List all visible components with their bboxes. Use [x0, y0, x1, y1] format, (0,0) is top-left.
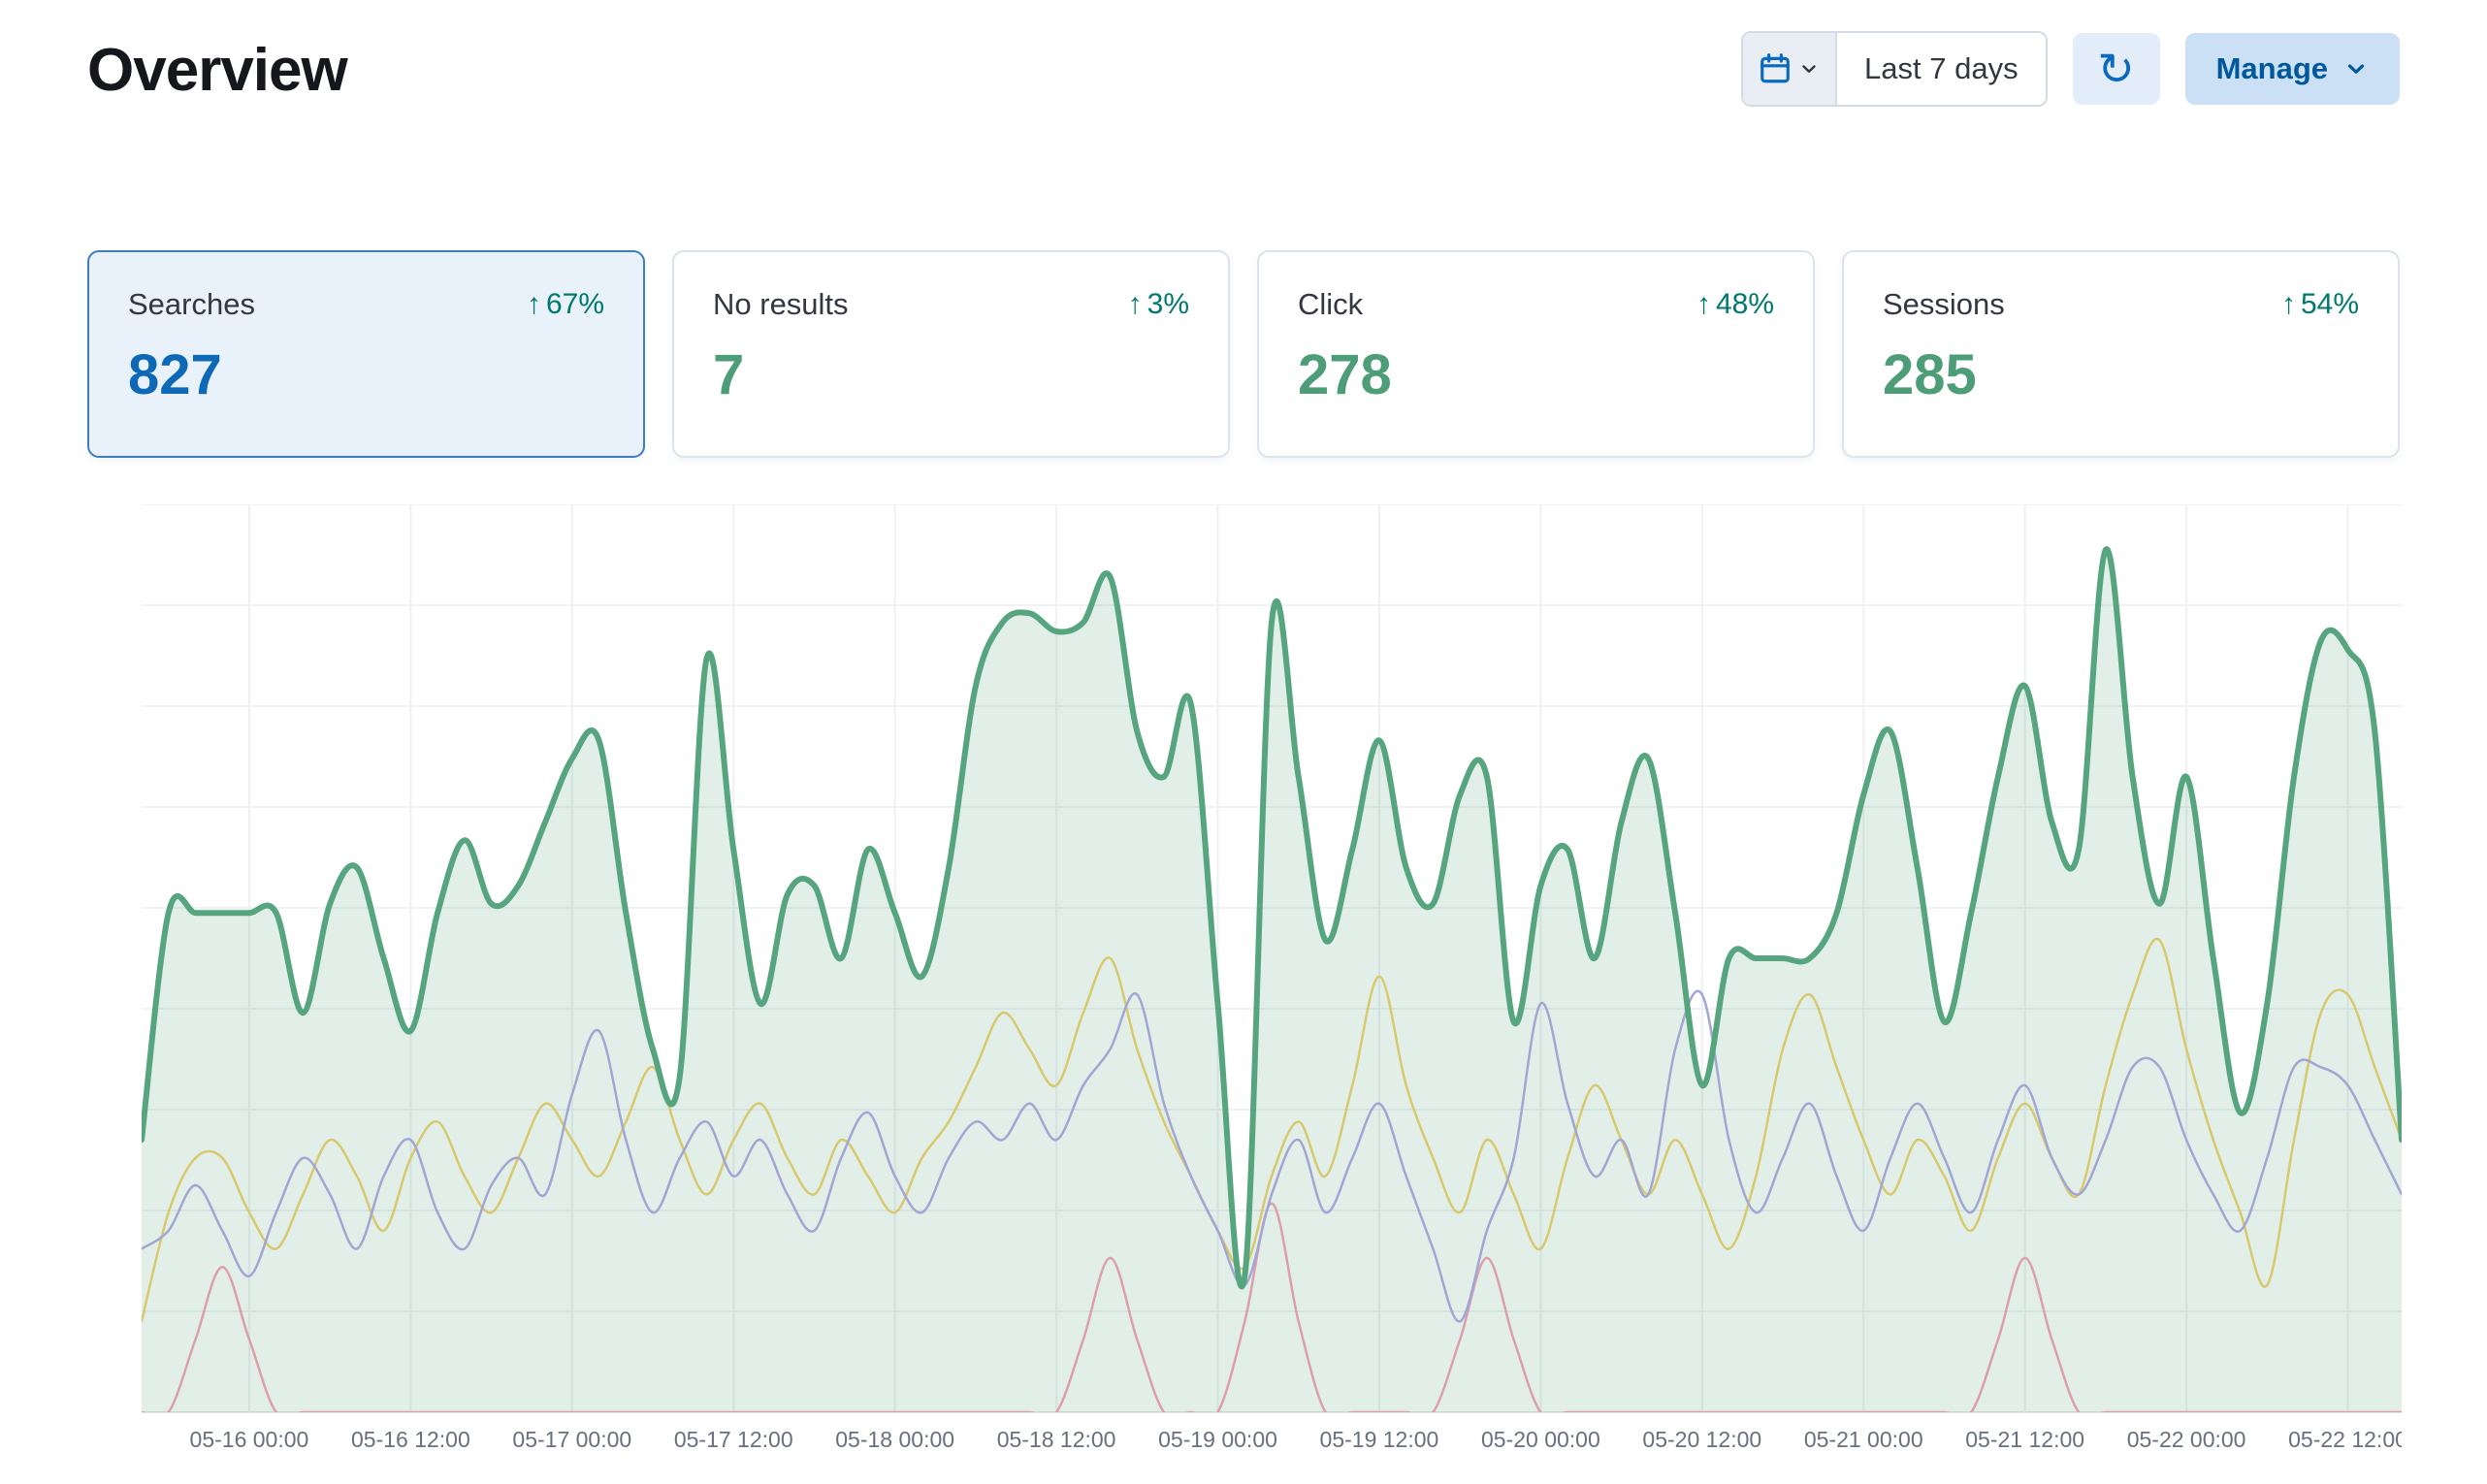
page-title: Overview [87, 38, 347, 104]
x-axis-label: 05-22 00:00 [2127, 1427, 2246, 1452]
x-axis-label: 05-19 12:00 [1320, 1427, 1439, 1452]
chevron-down-icon [1798, 58, 1820, 80]
calendar-icon [1759, 52, 1792, 85]
refresh-button[interactable]: ↻ [2073, 33, 2160, 105]
x-axis-label: 05-18 12:00 [997, 1427, 1116, 1452]
trend-percent: 54% [2301, 288, 2359, 321]
stat-card-sessions[interactable]: Sessions ↑ 54% 285 [1842, 250, 2400, 458]
stat-label: No results [713, 287, 849, 322]
stat-card-click[interactable]: Click ↑ 48% 278 [1257, 250, 1815, 458]
x-axis-label: 05-17 12:00 [674, 1427, 793, 1452]
x-axis-label: 05-16 12:00 [351, 1427, 470, 1452]
stat-card-searches[interactable]: Searches ↑ 67% 827 [87, 250, 645, 458]
stat-value: 278 [1298, 347, 1774, 403]
x-axis-label: 05-20 12:00 [1642, 1427, 1761, 1452]
x-axis-label: 05-21 00:00 [1804, 1427, 1923, 1452]
toolbar-controls: Last 7 days ↻ Manage [1741, 31, 2400, 107]
stat-label: Searches [128, 287, 255, 322]
trend-percent: 48% [1716, 288, 1774, 321]
date-quick-select-button[interactable] [1743, 33, 1837, 105]
analytics-chart: 05-16 00:00 05-16 12:00 05-17 00:00 05-17 1… [142, 504, 2400, 1457]
chevron-down-icon [2343, 56, 2369, 81]
searches-green-area [142, 549, 2402, 1412]
x-axis-labels: 05-16 00:00 05-16 12:00 05-17 00:00 05-17 1… [190, 1427, 2402, 1452]
trend-percent: 3% [1147, 288, 1189, 321]
trend-up-icon: ↑ [2281, 288, 2296, 321]
refresh-icon: ↻ [2097, 47, 2135, 91]
x-axis-label: 05-18 00:00 [835, 1427, 954, 1452]
stat-trend: ↑ 67% [527, 288, 604, 321]
stat-card-no-results[interactable]: No results ↑ 3% 7 [672, 250, 1230, 458]
top-bar: Overview Last 7 da [87, 21, 2400, 107]
stat-trend: ↑ 48% [1696, 288, 1774, 321]
manage-button-label: Manage [2216, 51, 2328, 86]
overview-page: Overview Last 7 da [0, 0, 2487, 1457]
date-range-button[interactable]: Last 7 days [1837, 33, 2046, 105]
date-range-control: Last 7 days [1741, 31, 2048, 107]
trend-percent: 67% [546, 288, 604, 321]
stat-label: Sessions [1883, 287, 2005, 322]
x-axis-label: 05-20 00:00 [1481, 1427, 1600, 1452]
x-axis-label: 05-19 00:00 [1158, 1427, 1277, 1452]
stat-trend: ↑ 3% [1128, 288, 1189, 321]
trend-up-icon: ↑ [1128, 288, 1143, 321]
x-axis-label: 05-22 12:00 [2288, 1427, 2402, 1452]
stat-trend: ↑ 54% [2281, 288, 2359, 321]
trend-up-icon: ↑ [527, 288, 541, 321]
x-axis-label: 05-21 12:00 [1965, 1427, 2084, 1452]
stat-value: 7 [713, 347, 1189, 403]
x-axis-label: 05-16 00:00 [190, 1427, 309, 1452]
stat-value: 827 [128, 347, 604, 403]
x-axis-label: 05-17 00:00 [512, 1427, 631, 1452]
stats-row: Searches ↑ 67% 827 No results ↑ 3% 7 Cli… [87, 250, 2400, 458]
stat-label: Click [1298, 287, 1363, 322]
manage-button[interactable]: Manage [2185, 33, 2400, 105]
chart-svg: 05-16 00:00 05-16 12:00 05-17 00:00 05-17 1… [142, 504, 2402, 1457]
trend-up-icon: ↑ [1696, 288, 1711, 321]
stat-value: 285 [1883, 347, 2359, 403]
